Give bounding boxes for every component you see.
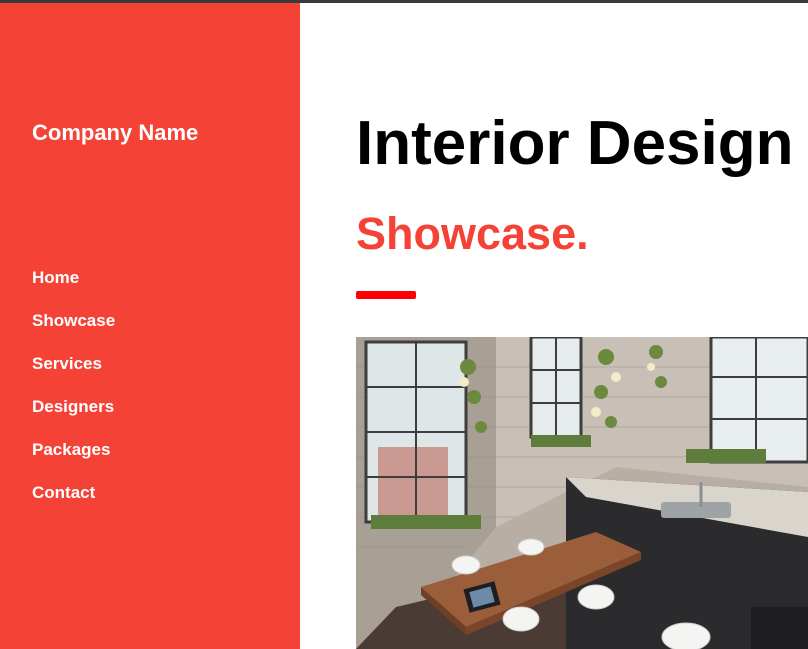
title-underline <box>356 291 416 299</box>
nav-link-showcase[interactable]: Showcase <box>32 308 115 334</box>
showcase-image <box>356 337 808 649</box>
sidebar: Company Name Home Showcase Services Desi… <box>0 3 300 649</box>
nav-item-showcase: Showcase <box>32 308 115 351</box>
company-name: Company Name <box>32 120 199 145</box>
nav-link-services[interactable]: Services <box>32 351 102 377</box>
page-title: Interior Design <box>356 109 794 178</box>
nav-item-home: Home <box>32 265 115 308</box>
sidebar-nav: Home Showcase Services Designers Package… <box>32 265 115 523</box>
page-subtitle: Showcase. <box>356 208 589 259</box>
nav-item-services: Services <box>32 351 115 394</box>
nav-link-designers[interactable]: Designers <box>32 394 114 420</box>
nav-item-designers: Designers <box>32 394 115 437</box>
main-content: Interior Design Showcase. <box>356 3 808 649</box>
kitchen-loft-photo <box>356 337 808 649</box>
nav-link-home[interactable]: Home <box>32 265 79 291</box>
nav-item-packages: Packages <box>32 437 115 480</box>
nav-link-packages[interactable]: Packages <box>32 437 110 463</box>
nav-item-contact: Contact <box>32 480 115 523</box>
nav-link-contact[interactable]: Contact <box>32 480 95 506</box>
